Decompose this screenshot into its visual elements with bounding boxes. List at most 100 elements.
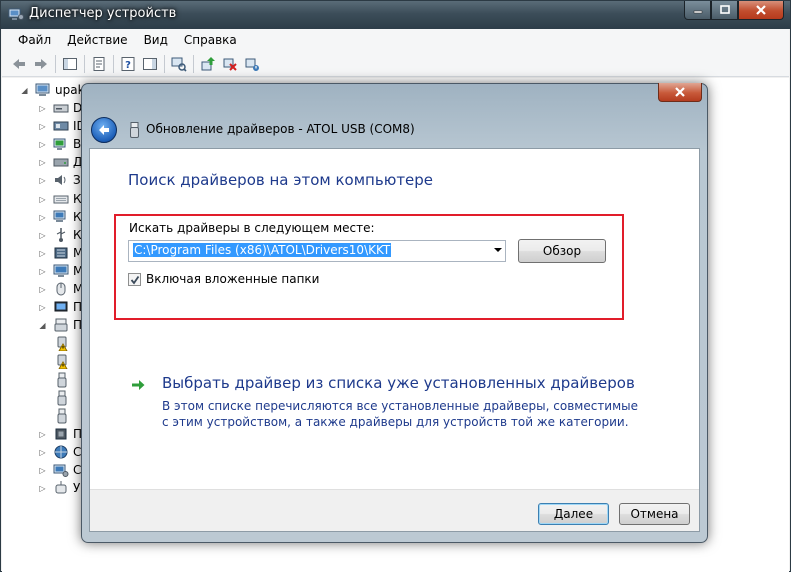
dvd-drive-icon <box>53 104 69 113</box>
expand-icon[interactable]: ▷ <box>38 249 47 258</box>
update-driver-icon <box>201 56 215 70</box>
network-adapter-icon <box>54 445 68 459</box>
ports-icon <box>54 318 68 332</box>
expand-icon[interactable]: ▷ <box>38 213 47 222</box>
help-toolbar-button[interactable]: ? <box>117 53 139 75</box>
expand-icon[interactable]: ▷ <box>38 195 47 204</box>
maximize-icon <box>719 5 730 14</box>
menu-view[interactable]: Вид <box>136 33 176 47</box>
expand-icon[interactable]: ▷ <box>38 140 47 149</box>
menu-help[interactable]: Справка <box>176 33 245 47</box>
title-bar[interactable]: Диспетчер устройств <box>1 1 790 29</box>
expand-icon[interactable]: ▷ <box>38 122 47 131</box>
tree-item[interactable]: ◢ П <box>38 316 82 334</box>
maximize-button[interactable] <box>711 1 738 20</box>
computer-icon <box>53 210 66 222</box>
uninstall-icon <box>223 58 237 71</box>
toolbar-separator <box>55 54 56 73</box>
tree-item[interactable] <box>54 352 74 370</box>
expand-icon[interactable]: ▷ <box>38 231 47 240</box>
mouse-icon <box>56 282 66 296</box>
scan-hardware-icon <box>171 57 187 72</box>
toolbar-separator <box>193 54 194 73</box>
menu-action[interactable]: Действие <box>59 33 135 47</box>
properties-toolbar-button[interactable] <box>88 53 110 75</box>
console-tree-icon <box>63 57 77 70</box>
choose-driver-link[interactable]: Выбрать драйвер из списка уже установлен… <box>162 374 635 392</box>
enable-device-button[interactable] <box>241 53 263 75</box>
usb-device-icon <box>130 122 139 138</box>
search-path-value[interactable]: C:\Program Files (x86)\ATOL\Drivers10\KK… <box>133 243 392 257</box>
browse-button[interactable]: Обзор <box>518 239 606 263</box>
close-button[interactable] <box>738 1 784 20</box>
uninstall-button[interactable] <box>219 53 241 75</box>
update-driver-dialog: Обновление драйверов - ATOL USB (COM8) П… <box>81 83 708 543</box>
menu-file[interactable]: Файл <box>10 33 59 47</box>
action-pane-button[interactable] <box>139 53 161 75</box>
checkmark-icon <box>130 275 139 284</box>
expand-icon[interactable]: ▷ <box>38 104 47 113</box>
expand-icon[interactable]: ▷ <box>38 466 47 475</box>
warning-port-icon <box>57 336 68 351</box>
toolbar-separator <box>113 54 114 73</box>
collapse-icon[interactable]: ◢ <box>20 86 29 95</box>
ide-controller-icon <box>53 121 69 131</box>
include-subfolders-label[interactable]: Включая вложенные папки <box>146 272 319 286</box>
help-icon: ? <box>121 56 135 71</box>
warning-port-icon <box>57 354 68 369</box>
expand-icon[interactable]: ▷ <box>38 430 47 439</box>
keyboard-icon <box>53 195 69 204</box>
processor-icon <box>55 428 67 440</box>
back-toolbar-button[interactable] <box>8 53 30 75</box>
port-icon <box>57 390 67 406</box>
search-path-label: Искать драйверы в следующем месте: <box>129 221 375 235</box>
dialog-content: Поиск драйверов на этом компьютере Искат… <box>89 148 700 532</box>
tree-item[interactable]: ▷ М <box>38 280 83 298</box>
tree-item[interactable] <box>54 334 74 352</box>
display-adapter-icon <box>53 138 66 150</box>
dialog-title: Обновление драйверов - ATOL USB (COM8) <box>146 122 415 136</box>
computer-icon <box>35 83 50 96</box>
back-button[interactable] <box>91 117 117 143</box>
tree-item[interactable] <box>54 371 74 389</box>
cancel-button[interactable]: Отмена <box>619 503 690 525</box>
expand-icon[interactable]: ▷ <box>38 285 47 294</box>
minimize-icon <box>693 10 702 14</box>
system-device-icon <box>53 464 69 477</box>
hid-device-icon <box>55 481 67 494</box>
minimize-button[interactable] <box>684 1 711 20</box>
tree-item[interactable]: ▷ П <box>38 298 82 316</box>
expand-icon[interactable]: ▷ <box>38 448 47 457</box>
arrow-left-icon <box>13 58 25 69</box>
tree-item[interactable]: ▷ М <box>38 244 83 262</box>
tree-item[interactable] <box>54 407 74 425</box>
tree-item[interactable]: ▷ М <box>38 262 83 280</box>
green-arrow-icon[interactable] <box>130 377 146 393</box>
include-subfolders-checkbox[interactable] <box>128 273 141 286</box>
expand-icon[interactable]: ▷ <box>38 267 47 276</box>
dialog-close-button[interactable] <box>658 83 702 102</box>
window-title: Диспетчер устройств <box>29 6 177 21</box>
arrow-right-icon <box>35 58 47 69</box>
monitor-icon <box>53 264 69 277</box>
dropdown-arrow-icon[interactable] <box>494 248 502 252</box>
tree-item[interactable] <box>54 389 74 407</box>
scan-hardware-button[interactable] <box>168 53 190 75</box>
toolbar-separator <box>84 54 85 73</box>
update-driver-button[interactable] <box>197 53 219 75</box>
expand-icon[interactable]: ▷ <box>38 158 47 167</box>
tree-item[interactable]: ▷ Ус <box>38 479 87 497</box>
toolbar: ? <box>2 51 789 77</box>
next-button[interactable]: Далее <box>538 503 609 525</box>
collapse-icon[interactable]: ◢ <box>38 321 47 330</box>
close-icon <box>756 5 766 15</box>
memory-device-icon <box>54 247 68 259</box>
enable-device-icon <box>245 58 259 71</box>
search-path-combobox[interactable]: C:\Program Files (x86)\ATOL\Drivers10\KK… <box>128 240 506 262</box>
forward-toolbar-button[interactable] <box>30 53 52 75</box>
expand-icon[interactable]: ▷ <box>38 303 47 312</box>
expand-icon[interactable]: ▷ <box>38 484 47 493</box>
expand-icon[interactable]: ▷ <box>38 176 47 185</box>
tree-item[interactable]: ▷ ID <box>38 117 85 135</box>
show-hide-tree-button[interactable] <box>59 53 81 75</box>
